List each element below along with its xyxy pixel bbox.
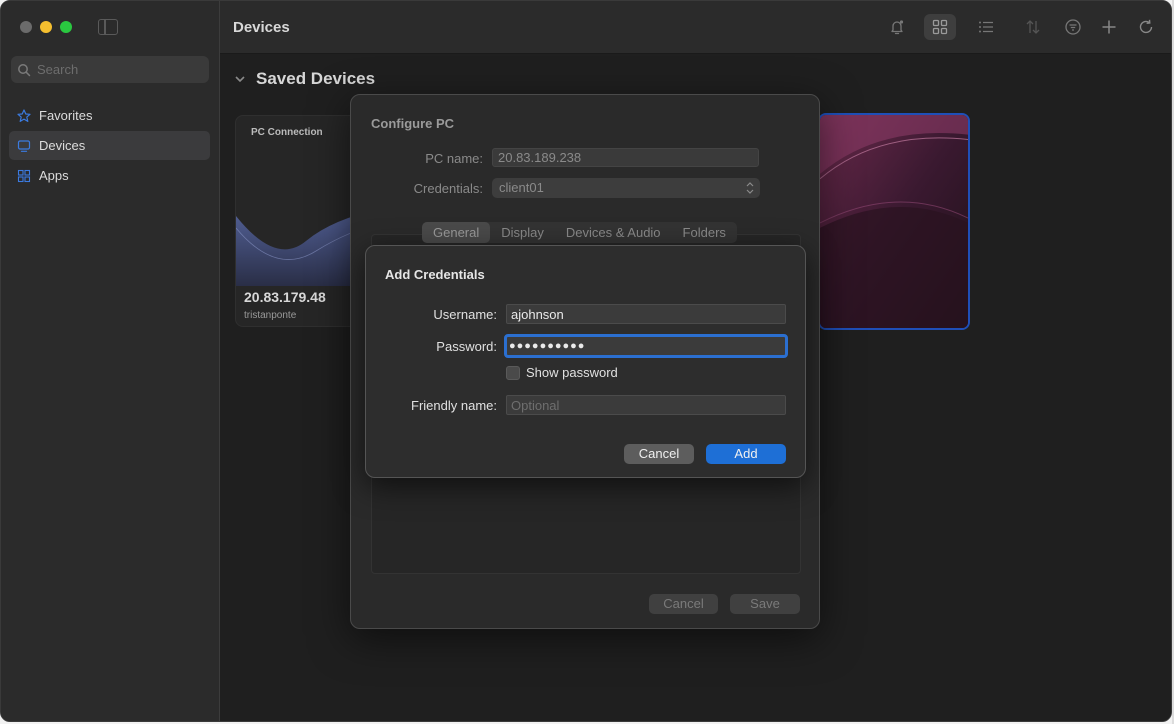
password-input[interactable]: [504, 334, 788, 358]
credentials-value: client01: [499, 180, 544, 195]
device-user: tristanponte: [244, 310, 297, 321]
search-icon: [18, 63, 31, 76]
show-password-row[interactable]: Show password: [506, 365, 618, 380]
star-icon: [17, 108, 31, 123]
show-password-label: Show password: [526, 365, 618, 380]
apps-grid-icon: [17, 169, 31, 183]
sidebar-item-label: Apps: [39, 168, 69, 183]
username-label: Username:: [433, 307, 497, 322]
search-input[interactable]: [37, 62, 197, 77]
minimize-window-button[interactable]: [40, 21, 52, 33]
credentials-select[interactable]: client01: [492, 178, 760, 198]
tab-general[interactable]: General: [422, 222, 491, 243]
add-credentials-dialog: Add Credentials Username: Password: Show…: [365, 245, 806, 478]
page-title: Devices: [233, 19, 290, 36]
maximize-window-button[interactable]: [60, 21, 72, 33]
credentials-label: Credentials:: [413, 181, 483, 196]
monitor-icon: [17, 139, 31, 153]
window-controls: [20, 21, 72, 33]
card-label: PC Connection: [251, 127, 323, 138]
device-card-selected[interactable]: [818, 113, 970, 330]
friendly-name-label: Friendly name:: [411, 398, 497, 413]
updown-chevron-icon: [746, 182, 754, 194]
section-title: Saved Devices: [256, 69, 376, 88]
pc-name-label: PC name:: [425, 151, 483, 166]
sidebar: Favorites Devices Apps: [1, 1, 220, 721]
grid-view-icon[interactable]: [924, 14, 956, 40]
settings-tabs: General Display Devices & Audio Folders: [422, 222, 737, 243]
sidebar-nav: Favorites Devices Apps: [9, 101, 210, 191]
sidebar-item-label: Devices: [39, 138, 86, 153]
list-view-icon[interactable]: [975, 16, 997, 38]
sort-icon[interactable]: [1022, 16, 1044, 38]
show-password-checkbox[interactable]: [506, 365, 520, 380]
tab-devices-audio[interactable]: Devices & Audio: [555, 222, 672, 243]
sidebar-item-label: Favorites: [39, 108, 93, 123]
pc-name-field[interactable]: 20.83.189.238: [492, 148, 759, 167]
friendly-name-input[interactable]: [506, 395, 786, 415]
bell-icon[interactable]: [886, 16, 908, 38]
sidebar-toggle-icon[interactable]: [98, 19, 118, 35]
refresh-icon[interactable]: [1135, 16, 1157, 38]
toolbar: Devices: [220, 1, 1171, 54]
dialog-title: Add Credentials: [385, 267, 485, 282]
password-label: Password:: [436, 339, 497, 354]
app-window: Favorites Devices Apps Devices: [0, 0, 1172, 722]
filter-icon[interactable]: [1062, 16, 1084, 38]
tab-folders[interactable]: Folders: [672, 222, 737, 243]
close-window-button[interactable]: [20, 21, 32, 33]
sheet-cancel-button[interactable]: Cancel: [649, 594, 718, 614]
add-button[interactable]: Add: [706, 444, 786, 464]
saved-devices-header[interactable]: Saved Devices: [234, 69, 375, 89]
username-input[interactable]: [506, 304, 786, 324]
sidebar-item-favorites[interactable]: Favorites: [9, 101, 210, 130]
sheet-save-button[interactable]: Save: [730, 594, 800, 614]
sidebar-item-devices[interactable]: Devices: [9, 131, 210, 160]
add-icon[interactable]: [1098, 16, 1120, 38]
cancel-button[interactable]: Cancel: [624, 444, 694, 464]
tab-display[interactable]: Display: [490, 222, 555, 243]
sheet-title: Configure PC: [371, 116, 455, 131]
card-wallpaper: [820, 115, 968, 328]
sidebar-item-apps[interactable]: Apps: [9, 161, 210, 190]
device-ip: 20.83.179.48: [244, 289, 326, 305]
chevron-down-icon: [235, 76, 245, 83]
search-field[interactable]: [11, 56, 209, 83]
